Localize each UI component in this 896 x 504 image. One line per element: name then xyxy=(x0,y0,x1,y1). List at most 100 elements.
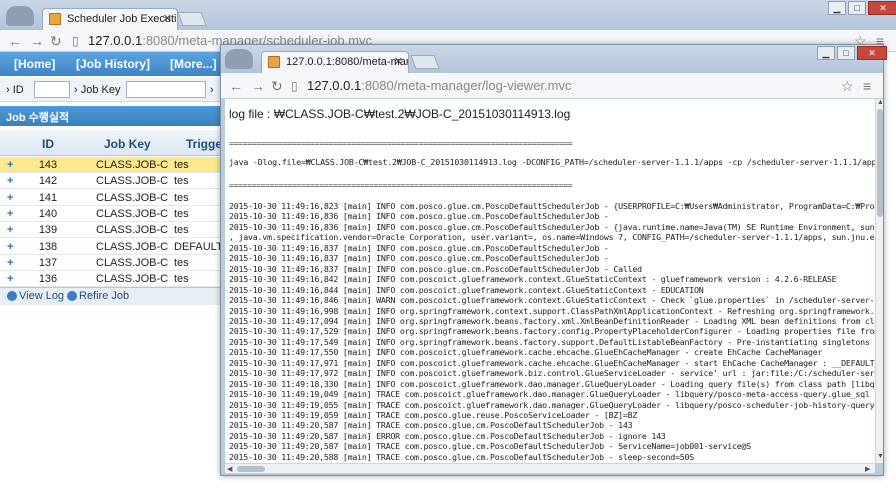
log-line: 2015-10-30 11:49:17,550 [main] INFO com.… xyxy=(229,347,823,358)
expand-row-icon[interactable]: + xyxy=(7,241,13,253)
row-id: 138 xyxy=(38,240,58,253)
row-trigger: tes xyxy=(174,191,189,204)
user-profile-icon[interactable] xyxy=(225,49,253,69)
close-tab-icon[interactable]: ✕ xyxy=(394,55,403,68)
expand-row-icon[interactable]: + xyxy=(7,175,13,187)
table-row[interactable]: +140 CLASS.JOB-C tes xyxy=(0,206,230,222)
col-job-key[interactable]: Job Key xyxy=(104,137,151,151)
expand-row-icon[interactable]: + xyxy=(7,224,13,236)
expand-row-icon[interactable]: + xyxy=(7,257,13,269)
table-row[interactable]: +138 CLASS.JOB-C DEFAULT. xyxy=(0,239,230,255)
scroll-down-icon[interactable]: ▼ xyxy=(877,453,884,460)
back-arrow-icon[interactable]: ← xyxy=(229,78,243,94)
row-job-key: CLASS.JOB-C xyxy=(96,191,169,204)
menu-more[interactable]: [More...] xyxy=(170,57,217,71)
row-id: 137 xyxy=(38,256,58,269)
vertical-scrollbar[interactable]: ▲ ▼ xyxy=(875,99,884,463)
close-tab-icon[interactable]: ✕ xyxy=(163,12,172,25)
front-navbar: ← → ↻ ▯ 127.0.0.1:8080/meta-manager/log-… xyxy=(221,73,883,99)
view-log-icon xyxy=(7,291,17,301)
back-arrow-icon[interactable]: ← xyxy=(8,33,22,49)
top-menu: [Home] [Job History] [More...] xyxy=(0,52,230,76)
id-input[interactable] xyxy=(34,81,70,98)
log-line: 2015-10-30 11:49:16,837 [main] INFO com.… xyxy=(229,253,609,264)
table-row[interactable]: +143 CLASS.JOB-C tes xyxy=(0,157,230,173)
reload-icon[interactable]: ↻ xyxy=(271,78,283,95)
col-id[interactable]: ID xyxy=(42,137,54,151)
expand-row-icon[interactable]: + xyxy=(7,273,13,285)
menu-home[interactable]: [Home] xyxy=(14,57,55,71)
new-tab-button[interactable] xyxy=(410,55,440,69)
menu-icon[interactable]: ≡ xyxy=(863,78,871,94)
row-trigger: tes xyxy=(174,273,189,286)
address-bar[interactable]: 127.0.0.1:8080/meta-manager/log-viewer.m… xyxy=(307,78,571,93)
expand-row-icon[interactable]: + xyxy=(7,192,13,204)
table-row[interactable]: +141 CLASS.JOB-C tes xyxy=(0,190,230,206)
scroll-right-icon[interactable]: ▶ xyxy=(865,465,870,473)
table-row[interactable]: +142 CLASS.JOB-C tes xyxy=(0,173,230,190)
jobkey-input[interactable] xyxy=(126,81,206,98)
minimize-icon[interactable]: ▁ xyxy=(828,1,846,15)
table-row[interactable]: +136 CLASS.JOB-C tes xyxy=(0,271,230,288)
grid-footer: View Log Refire Job xyxy=(0,287,230,305)
tab-scheduler-job[interactable]: Scheduler Job Execution ✕ xyxy=(42,8,178,30)
row-job-key: CLASS.JOB-C xyxy=(96,224,169,237)
user-profile-icon[interactable] xyxy=(6,6,34,26)
panel-title: Job 수행실적 xyxy=(0,106,230,126)
maximize-icon[interactable]: □ xyxy=(848,1,866,15)
menu-job-history[interactable]: [Job History] xyxy=(76,57,150,71)
tab-log-viewer[interactable]: 127.0.0.1:8080/meta-man ✕ xyxy=(261,51,409,73)
refire-job-button[interactable]: Refire Job xyxy=(79,290,129,302)
log-line: 2015-10-30 11:49:17,971 [main] INFO com.… xyxy=(229,357,875,368)
expand-row-icon[interactable]: + xyxy=(7,159,13,171)
horizontal-scroll-thumb[interactable] xyxy=(237,466,265,472)
log-line: 2015-10-30 11:49:16,836 [main] INFO com.… xyxy=(229,211,609,222)
separator-bottom: ========================================… xyxy=(229,181,573,190)
log-line: 2015-10-30 11:49:19,055 [main] TRACE com… xyxy=(229,399,875,410)
grid-header: ID Job Key Trigge xyxy=(0,130,230,156)
row-id: 142 xyxy=(38,175,58,188)
row-job-key: CLASS.JOB-C xyxy=(96,207,169,220)
row-trigger: tes xyxy=(174,159,189,171)
close-window-icon[interactable]: ✕ xyxy=(857,46,887,60)
log-line: 2015-10-30 11:49:16,837 [main] INFO com.… xyxy=(229,263,642,274)
maximize-icon[interactable]: □ xyxy=(837,46,855,60)
log-line: 2015-10-30 11:49:19,059 [main] TRACE com… xyxy=(229,410,638,420)
bookmark-star-icon[interactable]: ☆ xyxy=(841,78,854,95)
log-line: , java.vm.specification.vendor=Oracle Co… xyxy=(229,232,875,243)
close-window-icon[interactable]: ✕ xyxy=(868,1,896,15)
scroll-left-icon[interactable]: ◀ xyxy=(227,465,232,473)
favicon-icon xyxy=(268,56,280,68)
log-line: 2015-10-30 11:49:16,836 [main] INFO com.… xyxy=(229,221,875,232)
table-row[interactable]: +137 CLASS.JOB-C tes xyxy=(0,255,230,271)
forward-arrow-icon[interactable]: → xyxy=(251,78,265,94)
reload-icon[interactable]: ↻ xyxy=(50,33,62,50)
forward-arrow-icon[interactable]: → xyxy=(30,33,44,49)
search-bar: › ID › Job Key › xyxy=(0,78,230,102)
row-trigger: tes xyxy=(174,207,189,220)
row-id: 140 xyxy=(38,207,58,220)
tab-title: 127.0.0.1:8080/meta-man xyxy=(286,56,409,68)
log-line: 2015-10-30 11:49:20,588 [main] TRACE com… xyxy=(229,451,695,462)
row-id: 141 xyxy=(38,191,58,204)
minimize-icon[interactable]: ▁ xyxy=(817,46,835,60)
tab-title: Scheduler Job Execution xyxy=(67,13,178,25)
new-tab-button[interactable] xyxy=(177,12,207,26)
log-line: 2015-10-30 11:49:16,842 [main] INFO com.… xyxy=(229,274,837,285)
view-log-button[interactable]: View Log xyxy=(19,290,64,302)
row-trigger: DEFAULT. xyxy=(174,240,225,253)
row-job-key: CLASS.JOB-C xyxy=(96,159,169,171)
expand-row-icon[interactable]: + xyxy=(7,208,13,220)
col-trigger[interactable]: Trigge xyxy=(186,137,222,151)
log-line: 2015-10-30 11:49:16,823 [main] INFO com.… xyxy=(229,201,875,211)
scroll-up-icon[interactable]: ▲ xyxy=(877,99,884,106)
log-viewer-content: log file : ₩CLASS.JOB-C₩test.2₩JOB-C_201… xyxy=(225,99,875,473)
horizontal-scrollbar[interactable]: ◀ ▶ xyxy=(225,463,875,473)
table-row[interactable]: +139 CLASS.JOB-C tes xyxy=(0,222,230,239)
back-tabstrip: Scheduler Job Execution ✕ ▁ □ ✕ xyxy=(0,0,896,30)
row-id: 143 xyxy=(38,159,58,171)
log-line: 2015-10-30 11:49:17,972 [main] INFO com.… xyxy=(229,368,875,379)
log-line: 2015-10-30 11:49:19,049 [main] TRACE com… xyxy=(229,389,875,400)
row-trigger: tes xyxy=(174,256,189,269)
vertical-scroll-thumb[interactable] xyxy=(877,109,883,217)
